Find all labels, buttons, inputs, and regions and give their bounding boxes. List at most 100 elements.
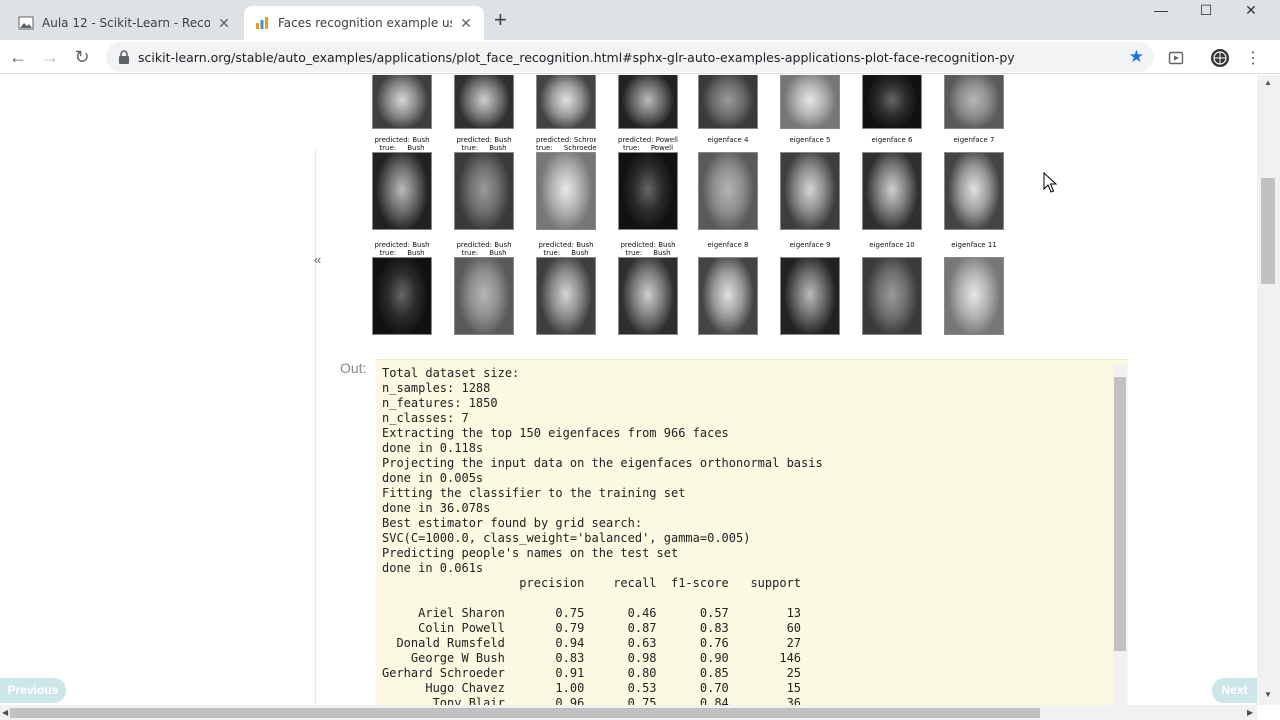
caption-line-1: predicted: Bush [538, 241, 594, 249]
face-caption: predicted: Schroedertrue: Schroeder [536, 136, 596, 152]
more-menu-icon[interactable]: ⋮ [1243, 48, 1263, 68]
previous-button[interactable]: Previous [0, 678, 66, 703]
bookmark-star-icon[interactable]: ★ [1129, 47, 1144, 67]
output-line: SVC(C=1000.0, class_weight='balanced', g… [382, 531, 751, 545]
eigenface-0-6 [862, 75, 922, 129]
output-line: Tony Blair 0.96 0.75 0.84 36 [382, 696, 802, 705]
document-icon [18, 15, 34, 31]
face-image [536, 257, 596, 335]
caption-line-1: eigenface 11 [951, 241, 997, 249]
lock-icon [119, 50, 129, 64]
scroll-right-arrow-icon[interactable]: ▶ [1247, 708, 1253, 717]
eigenface-0-7 [944, 75, 1004, 129]
face-caption: eigenface 8 [698, 241, 758, 257]
caption-line-1: predicted: Schroeder [536, 136, 596, 144]
close-tab-icon[interactable]: ✕ [458, 15, 474, 32]
output-scrollbar-thumb[interactable] [1114, 377, 1126, 651]
face-image [536, 75, 596, 129]
face-image [372, 152, 432, 230]
face-image [780, 257, 840, 335]
minimize-button[interactable]: — [1138, 0, 1184, 20]
tab-title: Aula 12 - Scikit-Learn - Reconhecimento [42, 16, 210, 30]
forward-arrow-icon[interactable]: → [37, 44, 63, 70]
face-image [698, 257, 758, 335]
face-caption: predicted: Bush true: Bush [618, 241, 678, 257]
face-caption: eigenface 11 [944, 241, 1004, 257]
output-line: done in 0.061s [382, 561, 484, 575]
caption-line-1: predicted: Bush [374, 136, 430, 144]
face-prediction-0-0 [372, 75, 432, 129]
face-image [862, 75, 922, 129]
page-scrollbar-thumb[interactable] [1261, 178, 1275, 284]
face-image [372, 75, 432, 129]
output-line: n_features: 1850 [382, 396, 498, 410]
page-vertical-scrollbar[interactable] [1257, 75, 1280, 705]
collapse-sidebar-icon[interactable]: « [314, 252, 321, 267]
next-button[interactable]: Next [1212, 678, 1257, 703]
face-caption: eigenface 5 [780, 136, 840, 152]
maximize-button[interactable]: ☐ [1183, 0, 1229, 20]
face-image [944, 152, 1004, 230]
face-image [780, 75, 840, 129]
face-image [944, 257, 1004, 335]
scikit-learn-chart-icon [254, 15, 270, 31]
new-tab-button[interactable]: + [494, 8, 507, 32]
page-content: « predicted: Bush true: Bush predicted: Bu… [0, 75, 1257, 705]
horizontal-scrollbar-thumb[interactable] [10, 708, 1040, 718]
face-image [698, 75, 758, 129]
url-text[interactable]: scikit-learn.org/stable/auto_examples/ap… [138, 50, 1154, 65]
face-caption: eigenface 4 [698, 136, 758, 152]
eigenface-1-5: eigenface 5 [780, 136, 840, 230]
face-image [780, 152, 840, 230]
tab-faces-recognition[interactable]: Faces recognition example using eigenfac… [244, 6, 484, 40]
eigenface-2-5: eigenface 9 [780, 241, 840, 335]
face-caption: predicted: Bush true: Bush [372, 136, 432, 152]
caption-line-2: true: Bush [543, 249, 589, 257]
face-prediction-1-2: predicted: Schroedertrue: Schroeder [536, 136, 596, 230]
profile-avatar[interactable] [1210, 48, 1230, 68]
face-prediction-1-3: predicted: Powell true: Powell [618, 136, 678, 230]
output-line: Total dataset size: [382, 366, 520, 380]
face-caption: predicted: Bush true: Bush [536, 241, 596, 257]
caption-line-1: eigenface 6 [871, 136, 913, 144]
scroll-left-arrow-icon[interactable]: ◀ [2, 708, 8, 717]
caption-line-2: true: Schroeder [536, 144, 596, 152]
output-line: done in 36.078s [382, 501, 491, 515]
face-prediction-1-0: predicted: Bush true: Bush [372, 136, 432, 230]
media-icon[interactable] [1166, 48, 1186, 68]
caption-line-1: eigenface 9 [789, 241, 831, 249]
eigenface-1-7: eigenface 7 [944, 136, 1004, 230]
face-image [454, 75, 514, 129]
face-image [944, 75, 1004, 129]
close-tab-icon[interactable]: ✕ [216, 15, 232, 32]
caption-line-1: eigenface 8 [707, 241, 749, 249]
face-image [618, 257, 678, 335]
output-line: n_samples: 1288 [382, 381, 491, 395]
face-image [862, 257, 922, 335]
output-line: Colin Powell 0.79 0.87 0.83 60 [382, 621, 802, 635]
caption-line-2: true: Powell [622, 144, 674, 152]
caption-line-1: predicted: Bush [374, 241, 430, 249]
scroll-down-arrow-icon[interactable]: ▼ [1264, 690, 1272, 699]
face-caption: predicted: Powell true: Powell [618, 136, 678, 152]
face-prediction-0-1 [454, 75, 514, 129]
eigenface-1-6: eigenface 6 [862, 136, 922, 230]
output-line: Projecting the input data on the eigenfa… [382, 456, 823, 470]
close-window-button[interactable]: ✕ [1228, 0, 1274, 20]
address-bar[interactable]: scikit-learn.org/stable/auto_examples/ap… [106, 42, 1154, 72]
reload-icon[interactable]: ↻ [69, 44, 95, 70]
tab-aula-12[interactable]: Aula 12 - Scikit-Learn - Reconhecimento … [8, 6, 242, 40]
scroll-up-arrow-icon[interactable]: ▲ [1264, 78, 1272, 87]
tab-title: Faces recognition example using eigenfac… [278, 16, 452, 30]
eigenface-1-4: eigenface 4 [698, 136, 758, 230]
caption-line-1: eigenface 10 [869, 241, 915, 249]
tab-bar: Aula 12 - Scikit-Learn - Reconhecimento … [0, 0, 1280, 40]
caption-line-1: eigenface 7 [953, 136, 995, 144]
face-image [698, 152, 758, 230]
eigenface-2-4: eigenface 8 [698, 241, 758, 335]
caption-line-2: true: Bush [379, 144, 425, 152]
caption-line-1: predicted: Bush [620, 241, 676, 249]
output-line: Ariel Sharon 0.75 0.46 0.57 13 [382, 606, 802, 620]
back-arrow-icon[interactable]: ← [5, 44, 31, 70]
